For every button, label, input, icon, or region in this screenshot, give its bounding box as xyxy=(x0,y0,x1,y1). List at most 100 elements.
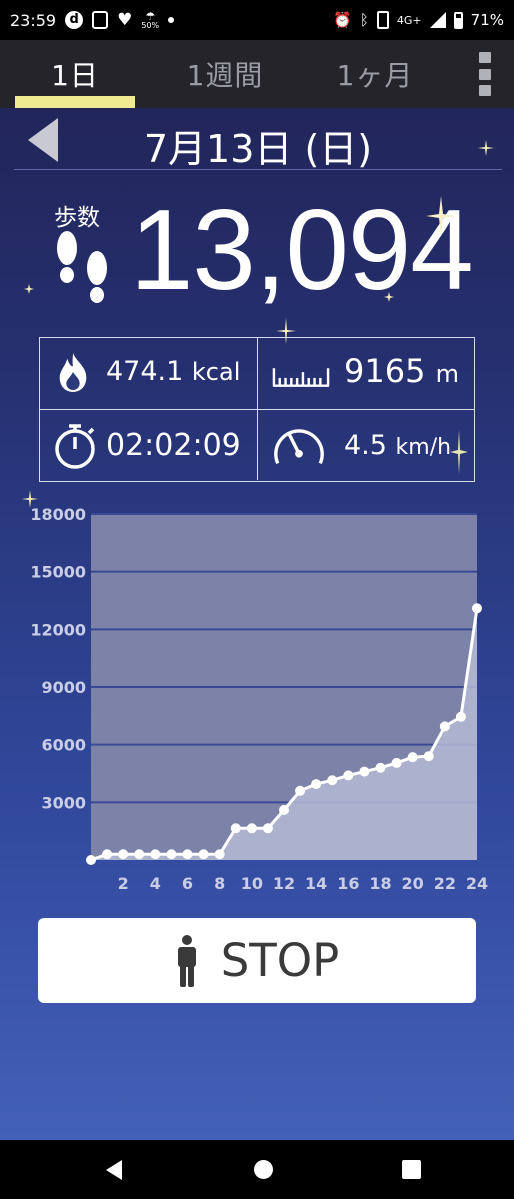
stop-button[interactable]: STOP xyxy=(38,918,476,1003)
period-tab-bar: 1日 1週間 1ヶ月 xyxy=(0,40,514,108)
chart-y-tick-label: 6000 xyxy=(41,736,86,755)
chart-data-point xyxy=(375,762,386,773)
stop-button-label: STOP xyxy=(220,934,340,987)
sparkle-icon xyxy=(24,284,34,294)
tab-month[interactable]: 1ヶ月 xyxy=(300,40,450,108)
person-icon xyxy=(177,934,196,987)
battery-percent: 71% xyxy=(470,11,504,29)
speedometer-icon xyxy=(274,429,324,465)
chart-data-point xyxy=(455,711,466,722)
chart-y-tick-label: 9000 xyxy=(41,678,86,697)
system-nav-bar xyxy=(0,1140,514,1199)
stats-grid: 474.1 kcal 9165 m 02:02:09 4.5 km/h xyxy=(39,337,475,482)
chart-x-tick-label: 14 xyxy=(305,874,327,893)
speed-unit: km/h xyxy=(395,435,452,460)
chart-data-point xyxy=(343,770,354,781)
distance-cell: 9165 m xyxy=(257,338,474,409)
signal-icon xyxy=(429,12,446,28)
sparkle-icon xyxy=(478,140,494,156)
chart-data-point xyxy=(262,823,273,834)
chart-data-point xyxy=(230,823,241,834)
tab-month-label: 1ヶ月 xyxy=(336,59,414,92)
steps-label: 歩数 xyxy=(54,205,100,231)
chart-data-point xyxy=(214,849,225,860)
chart-x-tick-label: 8 xyxy=(214,874,225,893)
nav-home-icon[interactable] xyxy=(254,1160,273,1179)
chart-data-point xyxy=(86,855,96,865)
chart-data-point xyxy=(246,823,257,834)
chart-x-tick-label: 4 xyxy=(150,874,161,893)
chart-x-tick-label: 6 xyxy=(182,874,193,893)
chart-data-point xyxy=(391,757,402,768)
speed-cell: 4.5 km/h xyxy=(257,409,474,480)
duration-cell: 02:02:09 xyxy=(40,409,257,480)
calories-value: 474.1 xyxy=(106,356,184,387)
chart-x-tick-label: 16 xyxy=(337,874,359,893)
chart-data-point xyxy=(150,849,161,860)
active-tab-indicator xyxy=(15,96,135,108)
chart-data-point xyxy=(102,849,113,860)
chart-x-tick-label: 12 xyxy=(273,874,295,893)
chart-data-point xyxy=(295,785,306,796)
shield-icon xyxy=(92,11,109,29)
chart-x-tick-label: 10 xyxy=(241,874,263,893)
speed-value: 4.5 xyxy=(344,430,387,461)
nav-back-icon[interactable] xyxy=(104,1159,124,1181)
chart-data-point xyxy=(311,779,322,790)
sparkle-icon xyxy=(276,318,296,344)
chart-data-point xyxy=(439,721,450,732)
chart-y-tick-label: 15000 xyxy=(30,563,86,582)
chart-svg: 3000600090001200015000180002 4 6 8 10 12 14 16 1… xyxy=(30,505,488,893)
sparkle-icon xyxy=(384,292,394,302)
status-time: 23:59 xyxy=(10,10,57,30)
distance-value: 9165 xyxy=(344,352,426,390)
chart-x-tick-label: 18 xyxy=(369,874,391,893)
chart-data-point xyxy=(279,805,289,816)
nav-recents-icon[interactable] xyxy=(402,1160,421,1179)
overflow-menu-icon[interactable] xyxy=(478,52,492,96)
sparkle-icon xyxy=(450,430,468,474)
tab-day-label: 1日 xyxy=(51,59,99,92)
hourly-steps-chart: 3000 6000 9000 12000 15000 18000 2 4 6 8 10 12 14 16 1… xyxy=(0,500,514,900)
chart-y-tick-label: 12000 xyxy=(30,620,86,639)
network-type: 4G+ xyxy=(396,13,422,27)
chart-data-point xyxy=(423,751,434,762)
alarm-icon: ⏰ xyxy=(333,10,352,29)
flame-icon xyxy=(59,353,87,392)
stopwatch-icon xyxy=(55,424,95,469)
weather-icon: ☂ 50% xyxy=(141,9,160,30)
tab-week-label: 1週間 xyxy=(186,59,264,92)
chart-data-point xyxy=(407,752,418,763)
chart-x-tick-label: 22 xyxy=(434,874,456,893)
dot-icon xyxy=(168,17,175,23)
calories-unit: kcal xyxy=(191,358,241,386)
chart-data-point xyxy=(359,766,370,777)
d-app-icon: d xyxy=(65,11,84,29)
chart-data-point xyxy=(327,775,338,786)
status-bar: 23:59 d ♥ ☂ 50% ⏰ ᛒ 4G+ 71% xyxy=(0,0,514,40)
chart-y-tick-label: 3000 xyxy=(41,793,86,812)
distance-unit: m xyxy=(435,360,459,388)
tab-week[interactable]: 1週間 xyxy=(150,40,300,108)
duration-value: 02:02:09 xyxy=(106,428,241,463)
chart-data-point xyxy=(134,849,145,860)
chart-data-point xyxy=(182,849,193,860)
chart-data-point xyxy=(198,849,209,860)
chart-y-tick-label: 18000 xyxy=(30,505,86,524)
weather-percent: 50% xyxy=(141,20,160,30)
ruler-icon xyxy=(272,368,330,387)
calories-cell: 474.1 kcal xyxy=(40,338,257,409)
heart-icon: ♥ xyxy=(117,9,133,30)
chart-x-tick-label: 2 xyxy=(118,874,129,893)
footprints-icon xyxy=(57,231,107,303)
tab-day[interactable]: 1日 xyxy=(0,40,150,108)
chart-x-tick-label: 24 xyxy=(466,874,488,893)
date-header: 7月13日 (日) xyxy=(14,112,502,171)
date-title: 7月13日 (日) xyxy=(143,127,373,171)
battery-icon xyxy=(453,11,463,29)
chart-data-point xyxy=(472,603,482,614)
chart-data-point xyxy=(118,849,129,860)
sparkle-icon xyxy=(426,196,456,236)
bluetooth-icon: ᛒ xyxy=(359,10,369,29)
vibrate-icon xyxy=(376,11,389,29)
